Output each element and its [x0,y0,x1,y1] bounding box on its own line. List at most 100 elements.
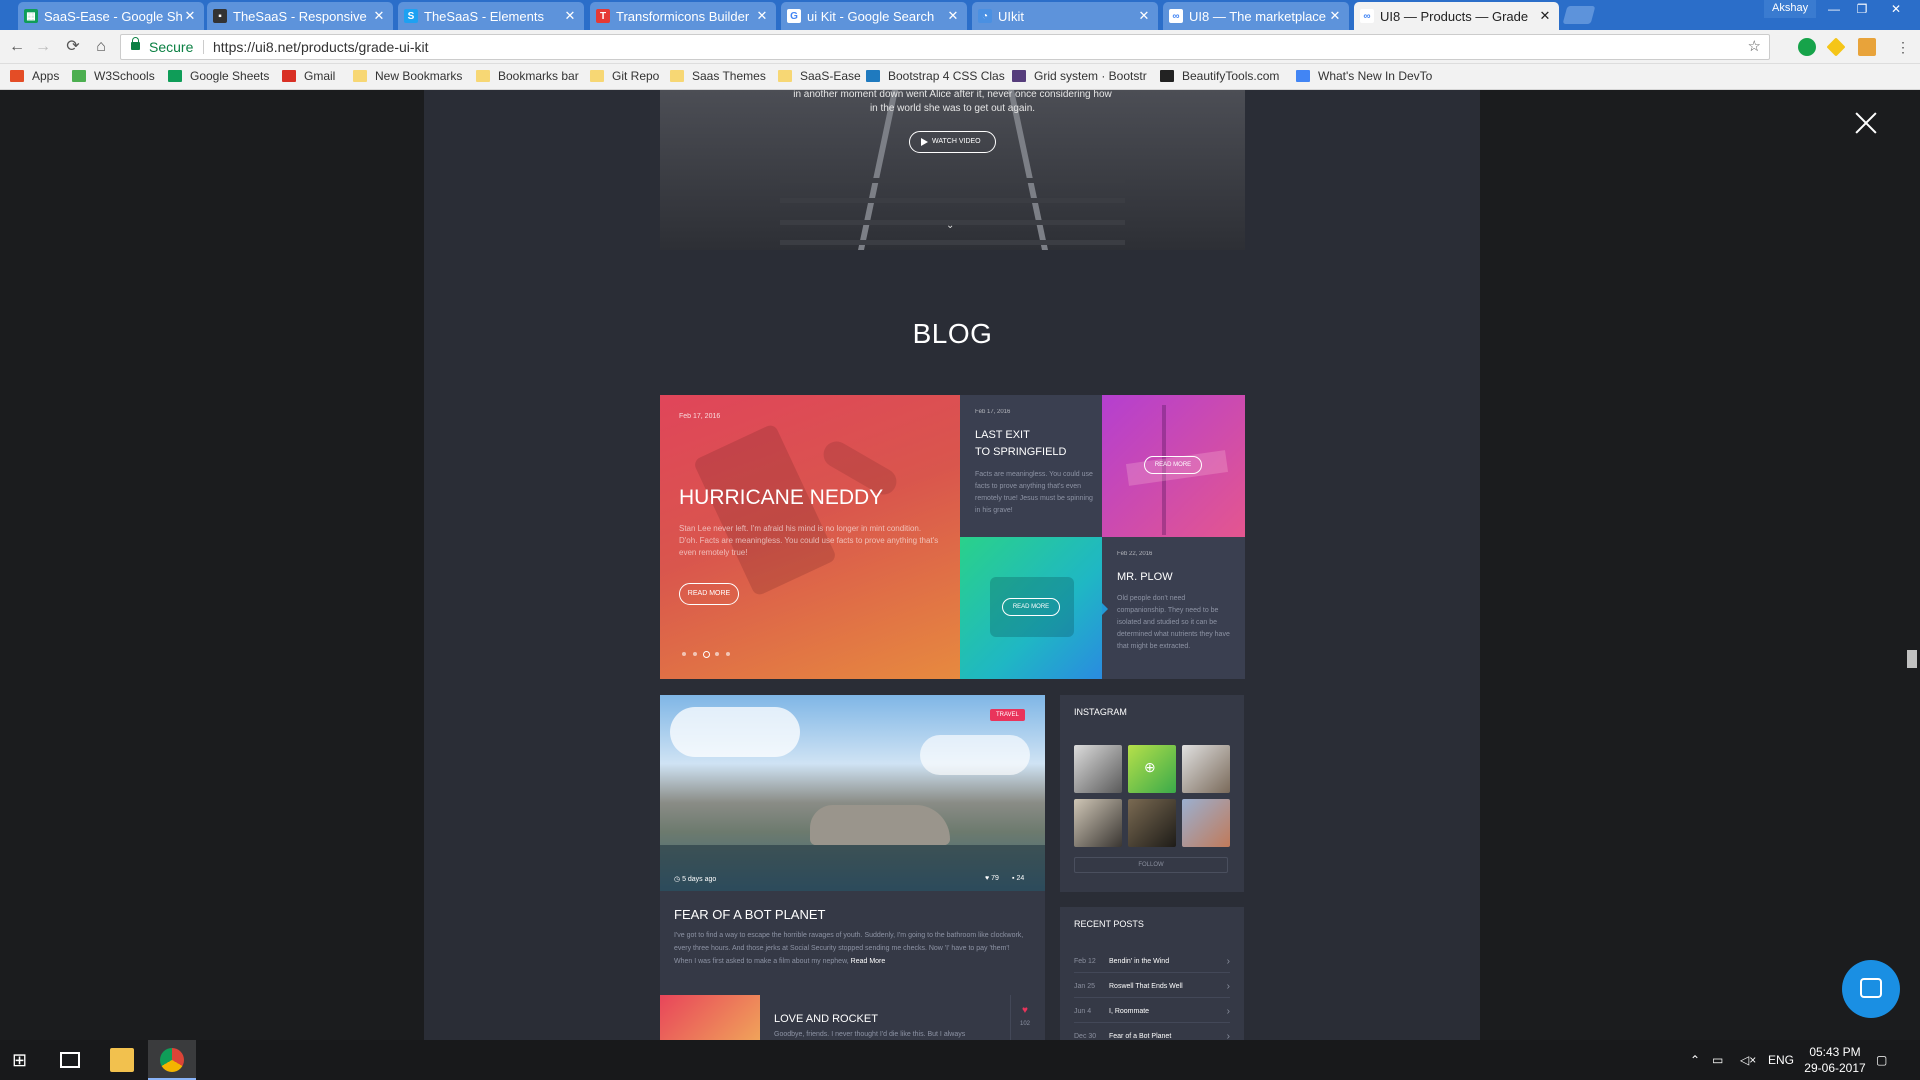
love-rocket-post-card[interactable]: LOVE AND ROCKET Goodbye, friends. I neve… [660,995,1045,1040]
instagram-photo[interactable] [1074,745,1122,793]
instagram-photo[interactable] [1182,799,1230,847]
volume-muted-icon[interactable]: ◁× [1740,1052,1756,1068]
browser-tab[interactable]: S TheSaaS - Elements ✕ [398,2,584,30]
chat-button[interactable] [1842,960,1900,1018]
post-comments[interactable]: ▪ 24 [1012,875,1024,882]
bookmark-item[interactable]: Gmail [282,69,335,83]
browser-tab[interactable]: ◔ UIkit ✕ [972,2,1158,30]
extension-star-icon[interactable] [1826,37,1846,57]
clock[interactable]: 05:43 PM 29-06-2017 [1800,1044,1870,1076]
post-title[interactable]: FEAR OF A BOT PLANET [674,907,825,922]
home-button[interactable]: ⌂ [90,37,112,57]
recent-post-title[interactable]: I, Roommate [1109,1008,1149,1015]
bookmark-item[interactable]: SaaS-Ease [778,69,861,83]
recent-post-title[interactable]: Fear of a Bot Planet [1109,1033,1171,1040]
post-title-line[interactable]: LAST EXIT [975,429,1030,441]
watch-video-button[interactable]: WATCH VIDEO [909,131,996,153]
taskbar-chrome-active[interactable] [148,1040,196,1080]
post-title-line[interactable]: TO SPRINGFIELD [975,446,1066,458]
tray-expand-icon[interactable]: ⌃ [1690,1052,1700,1068]
recent-post-item[interactable]: Jun 4 I, Roommate › [1074,1001,1230,1023]
bookmark-item[interactable]: Saas Themes [670,69,766,83]
heart-icon[interactable]: ♥ [1022,1005,1028,1016]
bookmark-item[interactable]: Grid system · Bootstr [1012,69,1147,83]
new-tab-button[interactable] [1562,6,1596,24]
slider-dots[interactable] [682,650,742,658]
read-more-button[interactable]: READ MORE [679,583,739,605]
bookmark-star-icon[interactable]: ☆ [1748,35,1761,59]
slider-dot[interactable] [693,652,697,656]
slider-dot[interactable] [715,652,719,656]
recent-post-item[interactable]: Jan 25 Roswell That Ends Well › [1074,976,1230,998]
url-text[interactable]: https://ui8.net/products/grade-ui-kit [213,35,429,59]
close-tab-icon[interactable]: ✕ [1537,8,1553,24]
featured-post-card[interactable]: Feb 17, 2016 HURRICANE NEDDY Stan Lee ne… [660,395,960,679]
read-more-button[interactable]: READ MORE [1002,598,1060,616]
slider-dot[interactable] [682,652,686,656]
browser-tab[interactable]: ∞ UI8 — Products — Grade ✕ [1354,2,1559,30]
read-more-link[interactable]: Read More [851,958,886,965]
menu-icon[interactable]: ⋮ [1892,37,1914,57]
scrollbar[interactable] [1904,90,1920,1040]
language-indicator[interactable]: ENG [1768,1052,1794,1068]
scrollbar-thumb[interactable] [1907,650,1917,668]
recent-post-item[interactable]: Feb 12 Bendin' in the Wind › [1074,951,1230,973]
address-bar[interactable]: Secure https://ui8.net/products/grade-ui… [120,34,1770,60]
close-tab-icon[interactable]: ✕ [945,8,961,24]
bookmark-item[interactable]: Bootstrap 4 CSS Clas [866,69,1005,83]
close-tab-icon[interactable]: ✕ [1136,8,1152,24]
follow-button[interactable]: FOLLOW [1074,857,1228,873]
instagram-photo[interactable]: ⊕ [1128,745,1176,793]
minimize-button[interactable]: — [1820,0,1848,18]
slider-dot[interactable] [702,650,710,658]
instagram-photo[interactable] [1128,799,1176,847]
post-title[interactable]: HURRICANE NEDDY [679,486,883,510]
close-window-button[interactable]: ✕ [1876,0,1916,18]
task-view-icon[interactable] [60,1052,80,1068]
mr-plow-post-card[interactable]: Feb 22, 2016 MR. PLOW Old people don't n… [1102,537,1245,679]
close-tab-icon[interactable]: ✕ [562,8,578,24]
springfield-post-card[interactable]: Feb 17, 2016 LAST EXIT TO SPRINGFIELD Fa… [960,395,1102,537]
bookmark-item[interactable]: Bookmarks bar [476,69,579,83]
browser-tab[interactable]: Gui Kit - Google Search ✕ [781,2,967,30]
extension-orange-icon[interactable] [1858,38,1876,56]
windows-start-icon[interactable]: ⊞ [12,1048,36,1072]
post-thumbnail[interactable] [660,995,760,1040]
close-tab-icon[interactable]: ✕ [182,8,198,24]
notifications-icon[interactable]: ▢ [1876,1052,1887,1068]
post-likes[interactable]: ♥ 79 [985,875,999,882]
typewriter-image-card[interactable]: READ MORE [960,537,1102,679]
instagram-photo[interactable] [1182,745,1230,793]
close-tab-icon[interactable]: ✕ [371,8,387,24]
restore-button[interactable]: ❐ [1848,0,1876,18]
sign-image-card[interactable]: READ MORE [1102,395,1245,537]
bookmark-item[interactable]: Git Repo [590,69,659,83]
landscape-image[interactable] [660,695,1045,891]
travel-post-card[interactable]: TRAVEL ◷ 5 days ago ♥ 79 ▪ 24 FEAR OF A … [660,695,1045,1040]
slider-dot[interactable] [726,652,730,656]
close-icon[interactable] [1852,109,1880,137]
browser-tab[interactable]: T Transformicons Builder ✕ [590,2,776,30]
close-tab-icon[interactable]: ✕ [754,8,770,24]
reload-button[interactable]: ⟳ [62,37,84,57]
bookmark-item[interactable]: New Bookmarks [353,69,462,83]
scroll-down-icon[interactable]: ⌄ [946,221,954,231]
browser-tab[interactable]: ▪ TheSaaS - Responsive Bo ✕ [207,2,393,30]
recent-post-item[interactable]: Dec 30 Fear of a Bot Planet › [1074,1026,1230,1040]
profile-name[interactable]: Akshay [1764,0,1817,18]
close-tab-icon[interactable]: ✕ [1327,8,1343,24]
back-button[interactable]: ← [6,37,28,57]
read-more-button[interactable]: READ MORE [1144,456,1202,474]
bookmark-item[interactable]: Google Sheets [168,69,269,83]
bookmark-item[interactable]: W3Schools [72,69,155,83]
browser-tab[interactable]: ∞ UI8 — The marketplace f ✕ [1163,2,1349,30]
bookmark-item[interactable]: BeautifyTools.com [1160,69,1279,83]
bookmark-item[interactable]: Apps [10,69,59,83]
browser-tab[interactable]: ▦ SaaS-Ease - Google Shee ✕ [18,2,204,30]
category-tag[interactable]: TRAVEL [990,709,1025,721]
file-explorer-icon[interactable] [110,1048,134,1072]
recent-post-title[interactable]: Roswell That Ends Well [1109,983,1183,990]
post-title[interactable]: MR. PLOW [1117,571,1173,583]
chrome-icon[interactable] [160,1048,184,1072]
forward-button[interactable]: → [32,37,54,57]
